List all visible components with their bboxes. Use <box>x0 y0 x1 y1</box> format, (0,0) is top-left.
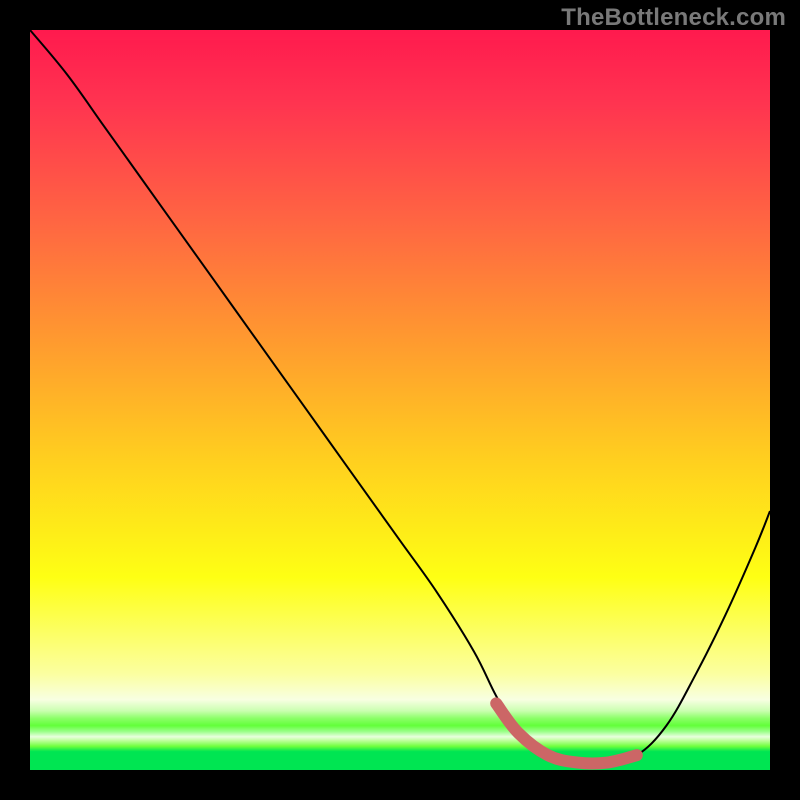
chart-frame: TheBottleneck.com <box>0 0 800 800</box>
plot-area <box>30 30 770 770</box>
trough-highlight <box>496 703 637 763</box>
bottleneck-curve <box>30 30 770 764</box>
chart-svg <box>30 30 770 770</box>
watermark-label: TheBottleneck.com <box>561 4 786 32</box>
